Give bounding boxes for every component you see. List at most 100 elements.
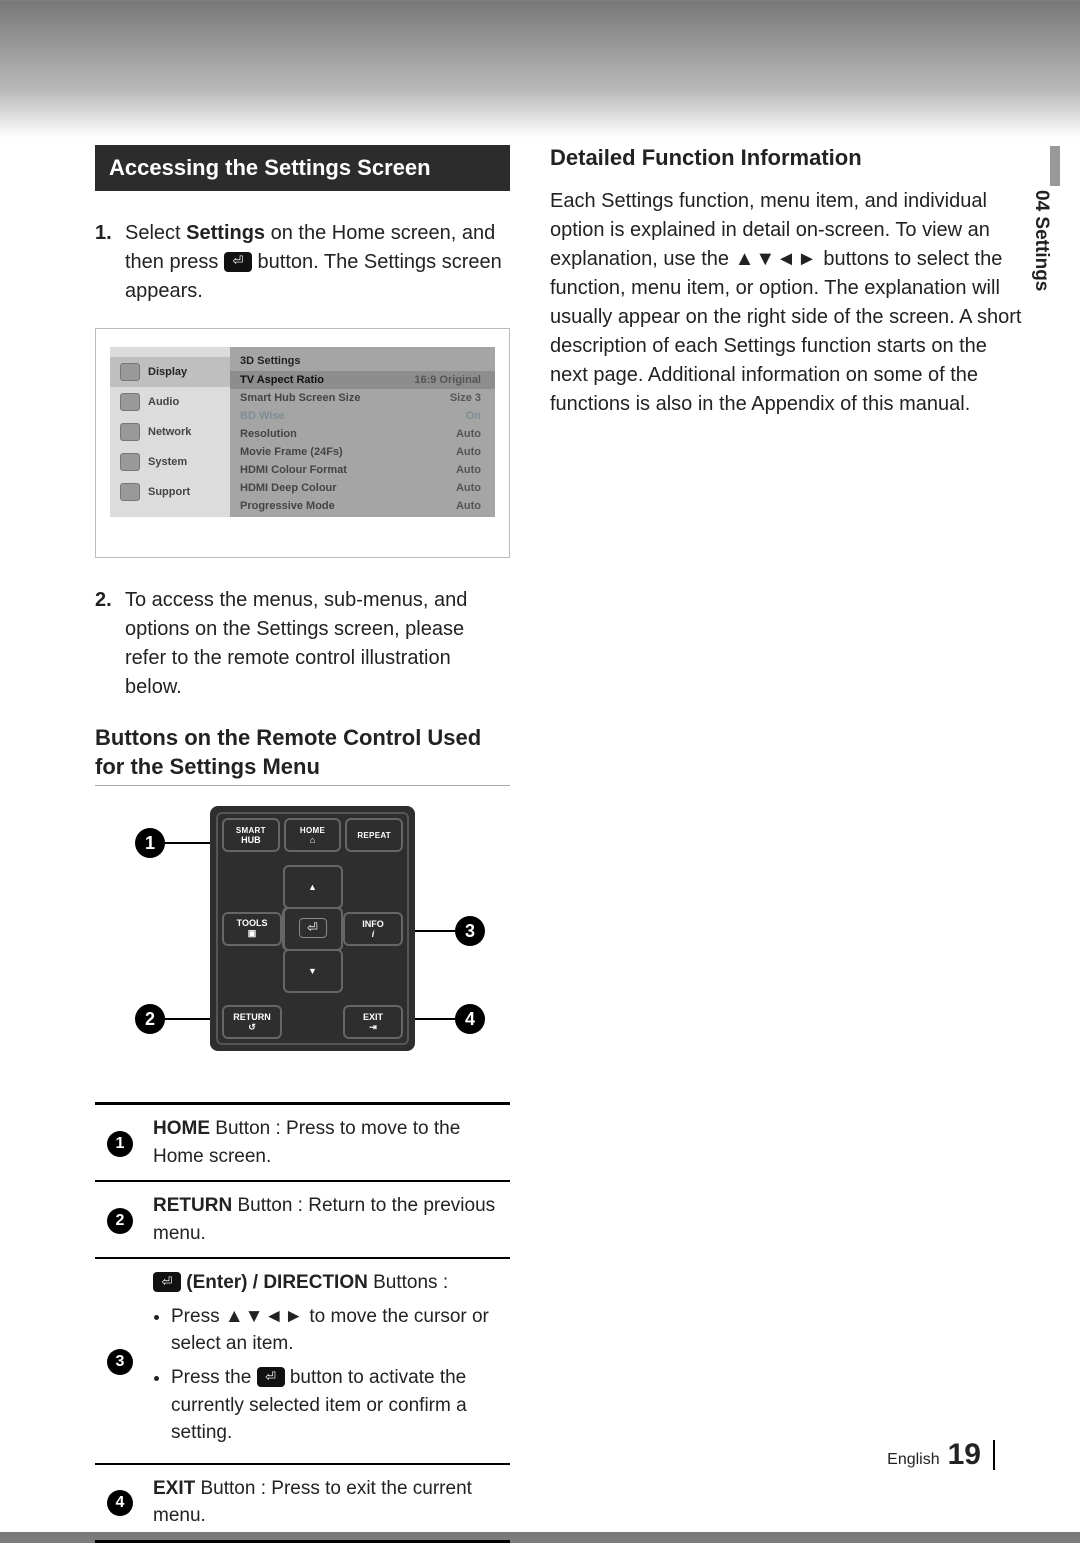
repeat-button: REPEAT <box>345 818 403 852</box>
row-label: HDMI Deep Colour <box>240 482 337 494</box>
settings-row: HDMI Deep ColourAuto <box>230 479 495 497</box>
label: INFO <box>362 919 384 929</box>
sidebar-label: Support <box>148 486 190 498</box>
arrow-icons: ▲▼◄► <box>735 248 818 270</box>
dpad-up: ▲ <box>283 865 343 909</box>
callout-1: 1 <box>135 828 165 858</box>
table-row: 2 RETURN Button : Return to the previous… <box>95 1181 510 1258</box>
step-body: To access the menus, sub-menus, and opti… <box>125 586 510 702</box>
enter-icon: ⏎ <box>153 1272 181 1292</box>
support-icon <box>120 483 140 501</box>
step-number: 2. <box>95 586 125 702</box>
arrow-icons: ▲▼◄► <box>225 1306 304 1327</box>
text-bold: (Enter) / DIRECTION <box>181 1272 368 1293</box>
footer-divider <box>993 1440 995 1470</box>
footer: English 19 <box>887 1438 995 1472</box>
callout-4: 4 <box>455 1004 485 1034</box>
table-row: 4 EXIT Button : Press to exit the curren… <box>95 1464 510 1542</box>
label: EXIT <box>363 1012 383 1022</box>
right-body: Each Settings function, menu item, and i… <box>550 187 1025 419</box>
callout-number: 2 <box>107 1208 133 1234</box>
return-button: RETURN↺ <box>222 1005 282 1039</box>
settings-row: TV Aspect Ratio16:9 Original <box>230 371 495 389</box>
steps-list: 1. Select Settings on the Home screen, a… <box>95 219 510 306</box>
text: Buttons : <box>368 1272 448 1293</box>
enter-icon: ⏎ <box>224 252 252 272</box>
table-row: 3 ⏎ (Enter) / DIRECTION Buttons : Press … <box>95 1258 510 1463</box>
text: Select <box>125 222 186 244</box>
callout-number: 3 <box>107 1349 133 1375</box>
info-button: INFOi <box>343 912 403 946</box>
exit-button: EXIT⇥ <box>343 1005 403 1039</box>
text: Press the <box>171 1367 257 1388</box>
row-value: On <box>466 410 481 422</box>
exit-icon: ⇥ <box>369 1022 377 1033</box>
label: SMART <box>236 826 266 835</box>
callout-number: 1 <box>107 1131 133 1157</box>
display-icon <box>120 363 140 381</box>
right-column: Detailed Function Information Each Setti… <box>550 145 1025 1543</box>
page: 04 Settings Accessing the Settings Scree… <box>0 0 1080 1532</box>
settings-row: Smart Hub Screen Size Size 3 <box>230 389 495 407</box>
row-label: Progressive Mode <box>240 500 335 512</box>
settings-row: HDMI Colour FormatAuto <box>230 461 495 479</box>
row-label: HDMI Colour Format <box>240 464 347 476</box>
network-icon <box>120 423 140 441</box>
row-value: Size 3 <box>450 392 481 404</box>
label: RETURN <box>233 1012 271 1022</box>
callout-2: 2 <box>135 1004 165 1034</box>
step-body: Select Settings on the Home screen, and … <box>125 219 510 306</box>
sidebar-label: Audio <box>148 396 179 408</box>
dpad-enter: ⏎ <box>283 907 343 951</box>
text-bold: HOME <box>153 1118 210 1139</box>
sidebar-label: Network <box>148 426 191 438</box>
table-row: 1 HOME Button : Press to move to the Hom… <box>95 1104 510 1182</box>
text-bold: Settings <box>186 222 265 244</box>
row-label: Smart Hub Screen Size <box>240 392 360 404</box>
text: Press <box>171 1306 225 1327</box>
callout-line <box>415 1018 455 1020</box>
label: REPEAT <box>357 831 391 840</box>
sidebar-label: Display <box>148 366 187 378</box>
sidebar-item: Display <box>110 357 230 387</box>
return-icon: ↺ <box>248 1022 256 1033</box>
callout-line <box>165 842 210 844</box>
sidebar-item: Network <box>110 417 230 447</box>
subhead-remote: Buttons on the Remote Control Used for t… <box>95 724 510 786</box>
settings-row: Movie Frame (24Fs) Auto <box>230 443 495 461</box>
system-icon <box>120 453 140 471</box>
sidebar-item: Support <box>110 477 230 507</box>
row-label: Movie Frame (24Fs) <box>240 446 343 458</box>
info-icon: i <box>372 929 375 939</box>
step-number: 1. <box>95 219 125 306</box>
thumb-tab-mark <box>1050 146 1060 186</box>
callout-3: 3 <box>455 916 485 946</box>
list-item: Press the ⏎ button to activate the curre… <box>171 1364 502 1447</box>
text: Button : Press to exit the current menu. <box>153 1478 472 1527</box>
settings-sidebar: Display Audio Network System Support <box>110 347 230 517</box>
settings-screenshot: Display Audio Network System Support 3D … <box>95 328 510 558</box>
row-value: 16:9 Original <box>414 374 481 386</box>
sidebar-item: Audio <box>110 387 230 417</box>
smart-hub-button: SMARTHUB <box>222 818 280 852</box>
home-icon: ⌂ <box>310 835 315 845</box>
sidebar-label: System <box>148 456 187 468</box>
section-title: Accessing the Settings Screen <box>95 145 510 191</box>
right-heading: Detailed Function Information <box>550 145 1025 171</box>
remote-illustration: SMARTHUB HOME⌂ REPEAT TOOLS▣ ▲ ▼ ◄ ► <box>95 806 510 1076</box>
enter-icon: ⏎ <box>257 1367 285 1387</box>
row-value: Auto <box>456 446 481 458</box>
dpad-down: ▼ <box>283 949 343 993</box>
label: HOME <box>300 826 325 835</box>
audio-icon <box>120 393 140 411</box>
label: TOOLS <box>237 918 268 928</box>
remote-buttons-table: 1 HOME Button : Press to move to the Hom… <box>95 1102 510 1543</box>
remote-body: SMARTHUB HOME⌂ REPEAT TOOLS▣ ▲ ▼ ◄ ► <box>210 806 415 1051</box>
callout-line <box>415 930 455 932</box>
label: HUB <box>241 835 261 845</box>
row-label: BD Wise <box>240 410 285 422</box>
row-label: Resolution <box>240 428 297 440</box>
settings-row: BD Wise On <box>230 407 495 425</box>
row-value: Auto <box>456 428 481 440</box>
steps-list-2: 2. To access the menus, sub-menus, and o… <box>95 586 510 702</box>
